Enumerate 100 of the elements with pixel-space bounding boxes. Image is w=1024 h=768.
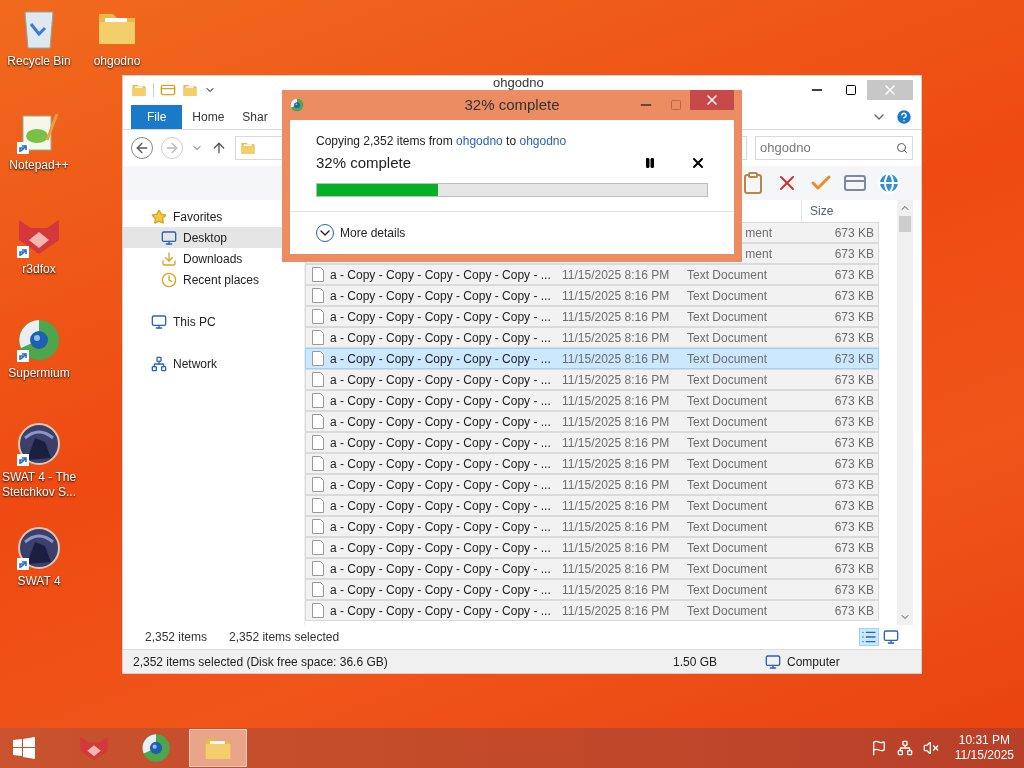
type-cell-text: Text Document bbox=[687, 308, 769, 326]
type-cell-text: Text Document bbox=[687, 350, 769, 368]
file-name: a - Copy - Copy - Copy - Copy - Copy - ... bbox=[330, 581, 551, 599]
monitor-icon bbox=[161, 229, 177, 246]
start-icon[interactable] bbox=[13, 737, 35, 759]
file-row[interactable]: a - Copy - Copy - Copy - Copy - Copy - ... 11/15/2025 8:16 PM Text Document 673 KB bbox=[305, 390, 879, 411]
file-row[interactable]: a - Copy - Copy - Copy - Copy - Copy - ... 11/15/2025 8:16 PM Text Document 673 KB bbox=[305, 579, 879, 600]
star-icon bbox=[151, 208, 167, 225]
total-size: 1.50 GB bbox=[673, 653, 719, 671]
status-text: 2,352 items selected (Disk free space: 36.6 GB) bbox=[133, 653, 389, 671]
nav-item[interactable]: Favorites bbox=[123, 206, 304, 227]
file-row[interactable]: a - Copy - Copy - Copy - Copy - Copy - ... 11/15/2025 8:16 PM Text Document 673 KB bbox=[305, 558, 879, 579]
nav-item[interactable]: Network bbox=[123, 353, 304, 374]
details-view-icon[interactable] bbox=[859, 628, 879, 646]
more-details-link[interactable]: More details bbox=[340, 223, 406, 242]
document-icon bbox=[312, 561, 324, 576]
type-cell-text: Text Document bbox=[687, 392, 769, 410]
shortcut-arrow-icon bbox=[17, 558, 29, 570]
pause-icon[interactable] bbox=[644, 157, 656, 170]
date-cell-text: 11/15/2025 8:16 PM bbox=[562, 392, 671, 410]
file-name: a - Copy - Copy - Copy - Copy - Copy - ... bbox=[330, 602, 551, 620]
document-icon bbox=[312, 582, 324, 597]
scroll-thumb[interactable] bbox=[899, 216, 911, 232]
ribbon-tab[interactable]: Home bbox=[184, 105, 233, 129]
close-button[interactable] bbox=[690, 90, 734, 110]
document-icon bbox=[312, 477, 324, 492]
size-cell-text: 673 KB bbox=[833, 434, 875, 452]
browser-icon bbox=[17, 318, 61, 362]
desktop-icon[interactable] bbox=[17, 526, 61, 570]
date-cell-text: 11/15/2025 8:16 PM bbox=[562, 455, 671, 473]
large-icons-view-icon[interactable] bbox=[883, 629, 899, 645]
document-icon bbox=[312, 393, 324, 408]
network-icon[interactable] bbox=[896, 740, 913, 756]
folder-link[interactable]: ohgodno bbox=[456, 134, 503, 148]
folder-link[interactable]: ohgodno bbox=[519, 134, 567, 148]
document-icon bbox=[312, 603, 324, 618]
computer-icon bbox=[151, 313, 167, 330]
file-row[interactable]: a - Copy - Copy - Copy - Copy - Copy - ... 11/15/2025 8:16 PM Text Document 673 KB bbox=[305, 411, 879, 432]
file-row[interactable]: a - Copy - Copy - Copy - Copy - Copy - ... 11/15/2025 8:16 PM Text Document 673 KB bbox=[305, 306, 879, 327]
file-row[interactable]: a - Copy - Copy - Copy - Copy - Copy - ... 11/15/2025 8:16 PM Text Document 673 KB bbox=[305, 369, 879, 390]
nav-item[interactable]: Downloads bbox=[123, 248, 304, 269]
file-row[interactable]: a - Copy - Copy - Copy - Copy - Copy - ... 11/15/2025 8:16 PM Text Document 673 KB bbox=[305, 285, 879, 306]
desktop-icon-label: ohgodno bbox=[92, 54, 142, 69]
ribbon-tab[interactable]: Shar bbox=[234, 105, 276, 129]
help-icon[interactable] bbox=[895, 108, 913, 126]
size-cell-text: 673 KB bbox=[833, 392, 875, 410]
file-row[interactable]: a - Copy - Copy - Copy - Copy - Copy - ... 11/15/2025 8:16 PM Text Document 673 KB bbox=[305, 264, 879, 285]
document-icon bbox=[312, 351, 324, 366]
type-cell-text: Text Document bbox=[687, 287, 769, 305]
file-name: a - Copy - Copy - Copy - Copy - Copy - ... bbox=[330, 434, 551, 452]
type-cell-text: Text Document bbox=[687, 581, 769, 599]
type-cell-text: Text Document bbox=[687, 518, 769, 536]
size-cell-text: 673 KB bbox=[833, 224, 875, 242]
desktop-icon[interactable] bbox=[17, 422, 61, 466]
date-cell-text: 11/15/2025 8:16 PM bbox=[562, 329, 671, 347]
file-name: a - Copy - Copy - Copy - Copy - Copy - ... bbox=[330, 413, 551, 431]
file-row[interactable]: a - Copy - Copy - Copy - Copy - Copy - ... 11/15/2025 8:16 PM Text Document 673 KB bbox=[305, 516, 879, 537]
file-name: a - Copy - Copy - Copy - Copy - Copy - ... bbox=[330, 350, 551, 368]
file-name: a - Copy - Copy - Copy - Copy - Copy - ... bbox=[330, 392, 551, 410]
desktop-icon[interactable] bbox=[17, 318, 61, 362]
document-icon bbox=[312, 288, 324, 303]
file-row[interactable]: a - Copy - Copy - Copy - Copy - Copy - ... 11/15/2025 8:16 PM Text Document 673 KB bbox=[305, 495, 879, 516]
item-count: 2,352 items bbox=[145, 629, 208, 646]
type-cell-text: Text Document bbox=[687, 602, 769, 620]
search-field[interactable]: ohgodno bbox=[755, 136, 913, 160]
size-cell-text: 673 KB bbox=[833, 287, 875, 305]
clipboard-icon[interactable] bbox=[741, 171, 765, 195]
shortcut-arrow-icon bbox=[17, 454, 29, 466]
nav-item[interactable]: This PC bbox=[123, 311, 304, 332]
document-icon bbox=[312, 309, 324, 324]
type-cell-text: Text Document bbox=[687, 434, 769, 452]
ribbon-tab[interactable]: File bbox=[131, 105, 183, 129]
file-row[interactable]: a - Copy - Copy - Copy - Copy - Copy - ... 11/15/2025 8:16 PM Text Document 673 KB bbox=[305, 474, 879, 495]
file-name: a - Copy - Copy - Copy - Copy - Copy - ... bbox=[330, 518, 551, 536]
globe-icon[interactable] bbox=[877, 171, 901, 195]
file-name: a - Copy - Copy - Copy - Copy - Copy - ... bbox=[330, 455, 551, 473]
document-icon bbox=[312, 540, 324, 555]
copy-message: Copying 2,352 items from ohgodno to ohgodno bbox=[316, 133, 568, 150]
search-icon[interactable] bbox=[896, 142, 908, 154]
scrollbar[interactable] bbox=[897, 200, 913, 625]
size-cell-text: 673 KB bbox=[833, 518, 875, 536]
desktop-icon-label: SWAT 4 - The Stetchkov S... bbox=[0, 470, 78, 500]
type-cell-text: ment bbox=[745, 245, 772, 263]
file-row[interactable]: a - Copy - Copy - Copy - Copy - Copy - ... 11/15/2025 8:16 PM Text Document 673 KB bbox=[305, 537, 879, 558]
flag-icon[interactable] bbox=[870, 740, 887, 756]
muted-speaker-icon[interactable] bbox=[922, 740, 939, 756]
file-row[interactable]: a - Copy - Copy - Copy - Copy - Copy - ... 11/15/2025 8:16 PM Text Document 673 KB bbox=[305, 453, 879, 474]
desktop-icon-label: Supermium bbox=[7, 366, 71, 381]
type-cell-text: Text Document bbox=[687, 329, 769, 347]
maximize-icon[interactable] bbox=[845, 84, 857, 96]
clock[interactable]: 10:31 PM 11/15/2025 bbox=[954, 733, 1014, 763]
download-icon bbox=[161, 250, 177, 267]
file-row[interactable]: a - Copy - Copy - Copy - Copy - Copy - ... 11/15/2025 8:16 PM Text Document 673 KB bbox=[305, 348, 879, 369]
file-row[interactable]: a - Copy - Copy - Copy - Copy - Copy - ... 11/15/2025 8:16 PM Text Document 673 KB bbox=[305, 432, 879, 453]
nav-item[interactable]: Recent places bbox=[123, 269, 304, 290]
file-row[interactable]: a - Copy - Copy - Copy - Copy - Copy - ... 11/15/2025 8:16 PM Text Document 673 KB bbox=[305, 327, 879, 348]
file-row[interactable]: a - Copy - Copy - Copy - Copy - Copy - ... 11/15/2025 8:16 PM Text Document 673 KB bbox=[305, 600, 879, 621]
up-icon[interactable] bbox=[211, 140, 227, 156]
shortcut-arrow-icon bbox=[17, 142, 29, 154]
size-cell-text: 673 KB bbox=[833, 329, 875, 347]
